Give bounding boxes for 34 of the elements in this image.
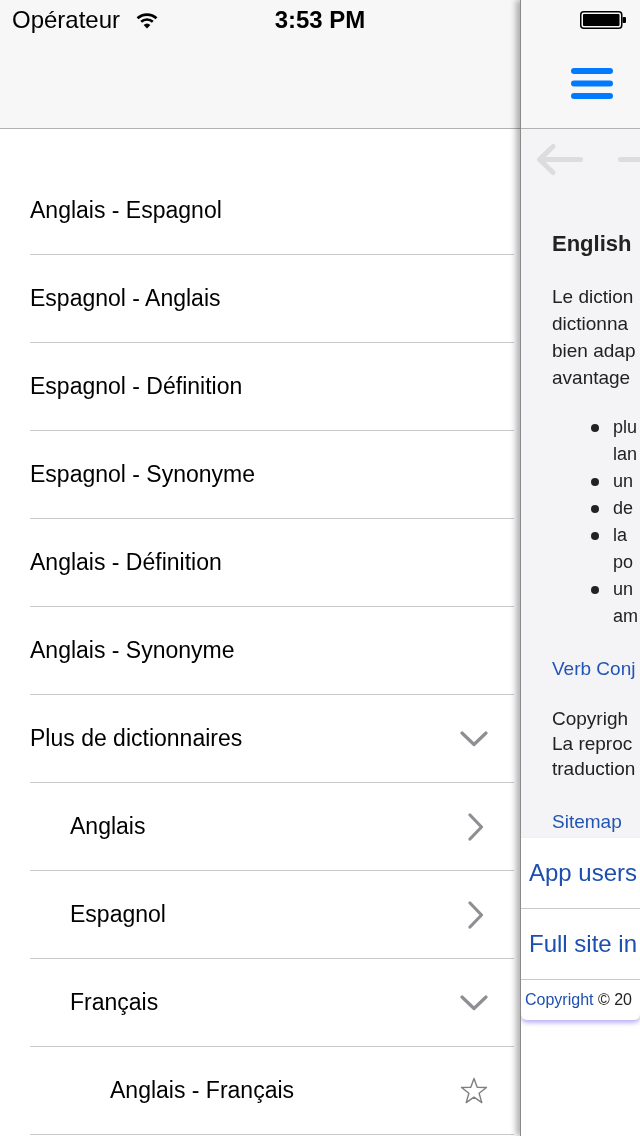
battery-icon — [580, 11, 626, 29]
list-item-text: un — [613, 470, 634, 493]
status-time: 3:53 PM — [274, 6, 366, 34]
bullet-icon — [591, 505, 599, 513]
carrier-name: Opérateur — [12, 6, 121, 34]
page-heading: English — [552, 230, 633, 257]
conjugation-link[interactable]: Verb Conj — [552, 655, 636, 682]
expandable-menu-item[interactable]: Plus de dictionnaires — [30, 695, 514, 783]
bullet-icon — [591, 586, 599, 594]
copyright-note: Copyright © 20 — [525, 990, 632, 1010]
list-item-text: de — [613, 497, 634, 520]
menu-item[interactable]: Anglais - Définition — [30, 519, 514, 607]
list-item-text: un am — [613, 578, 638, 628]
footer-link[interactable]: Full site in — [529, 929, 638, 959]
copyright-link[interactable]: Copyright — [525, 991, 594, 1008]
menu-item[interactable]: Anglais - Synonyme — [30, 607, 514, 695]
footer-link[interactable]: App users — [529, 858, 638, 888]
menu-item[interactable]: Espagnol - Définition — [30, 343, 514, 431]
menu-item[interactable]: Anglais - Espagnol — [30, 167, 514, 255]
copyright-paragraph: Copyrigh La reproc traduction — [552, 707, 637, 781]
intro-paragraph: Le diction dictionna bien adap avantage — [552, 285, 637, 390]
bullet-icon — [591, 532, 599, 540]
menu-item[interactable]: Anglais - Français — [30, 1047, 514, 1135]
menu-icon — [571, 68, 613, 99]
wifi-icon — [136, 11, 159, 29]
expandable-menu-item[interactable]: Espagnol — [30, 871, 514, 959]
sitemap-link[interactable]: Sitemap — [552, 808, 622, 835]
expandable-menu-item[interactable]: Français — [30, 959, 514, 1047]
star-icon[interactable] — [460, 1076, 488, 1105]
menu-item[interactable]: Espagnol - Anglais — [30, 255, 514, 343]
bullet-icon — [591, 424, 599, 432]
bullet-icon — [591, 478, 599, 486]
menu-item[interactable]: Espagnol - Synonyme — [30, 431, 514, 519]
expandable-menu-item[interactable]: Anglais — [30, 783, 514, 871]
